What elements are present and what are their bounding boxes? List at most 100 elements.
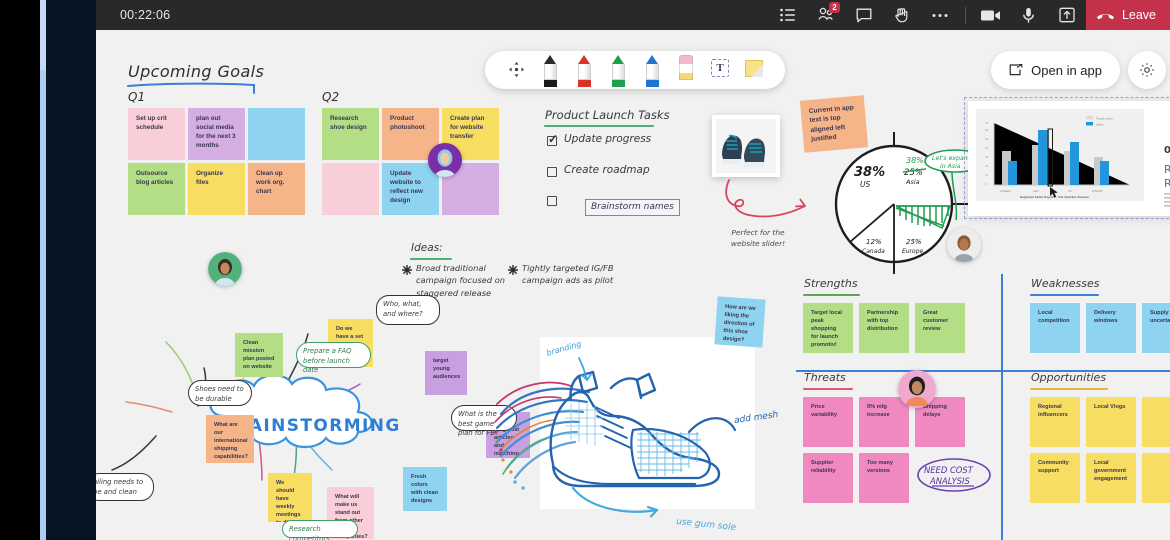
svg-text:70: 70	[985, 121, 989, 125]
note-icon	[745, 60, 763, 77]
swot-horizontal-divider	[796, 370, 1170, 372]
pen-black[interactable]	[533, 51, 567, 89]
list-icon[interactable]	[769, 0, 807, 30]
whiteboard-tool-palette[interactable]: T	[485, 51, 785, 89]
goal-note-q2-3[interactable]	[322, 163, 379, 215]
regional-sales-slide[interactable]: 0 10 20 30 40 50 60 70 CANADA ASIA US EU…	[968, 101, 1170, 216]
svg-text:Regional Sales: Regional Sales	[1164, 163, 1170, 176]
move-icon	[508, 62, 524, 80]
mindmap-note-4[interactable]: We should have weekly meetings to discus…	[268, 473, 312, 522]
need-cost-analysis-callout: NEED COST ANALYSIS	[917, 458, 991, 492]
swot-threat-note-4[interactable]: Too many versions	[859, 453, 909, 503]
svg-text:Europe: Europe	[902, 248, 924, 255]
swot-opportunity-note-5[interactable]	[1142, 453, 1170, 503]
svg-text:02: 02	[1164, 145, 1170, 156]
open-in-app-button[interactable]: Open in app	[991, 51, 1120, 89]
goal-note-q1-0[interactable]: Set up crit schedule	[128, 108, 185, 160]
swot-weaknesses-title: Weaknesses	[1031, 277, 1100, 290]
people-icon[interactable]: 2	[807, 0, 845, 30]
svg-text:ANALYSIS: ANALYSIS	[929, 476, 970, 486]
swot-weakness-note-2[interactable]: Supply uncertain	[1142, 303, 1170, 353]
svg-text:US: US	[860, 180, 870, 189]
swot-opportunity-note-2[interactable]	[1142, 397, 1170, 447]
idea-text-1: Tightly targeted IG/FB campaign ads as p…	[522, 263, 614, 286]
swot-weakness-note-0[interactable]: Local competition	[1030, 303, 1080, 353]
tasks-title-underline	[544, 125, 654, 128]
more-options-icon[interactable]	[921, 0, 959, 30]
swot-opportunities-title: Opportunities	[1031, 371, 1107, 384]
pen-red[interactable]	[567, 51, 601, 89]
avatar-participant-4[interactable]	[898, 370, 936, 408]
avatar-participant-1[interactable]	[428, 143, 462, 177]
share-screen-icon[interactable]	[1048, 0, 1086, 30]
camera-icon[interactable]	[972, 0, 1010, 30]
leave-button-label: Leave	[1121, 8, 1156, 22]
swot-threats-title: Threats	[804, 371, 846, 384]
task-checkbox-0[interactable]	[547, 132, 558, 146]
svg-text:40: 40	[985, 146, 989, 150]
swot-weakness-note-1[interactable]: Delivery windows	[1086, 303, 1136, 353]
swot-threat-note-0[interactable]: Price variability	[803, 397, 853, 447]
sticky-note-tool[interactable]	[737, 51, 771, 89]
mindmap-note-3[interactable]: What are our international shipping capa…	[206, 415, 254, 463]
photo-arrow	[725, 179, 806, 218]
screen-left-black-bar	[0, 0, 40, 540]
idea-bullet-0	[402, 265, 412, 275]
leave-button[interactable]: Leave	[1085, 0, 1170, 30]
brainstorm-names-text-field[interactable]: Brainstorm names	[585, 199, 680, 216]
shoe-direction-note[interactable]: How are we liking the direction of this …	[714, 296, 766, 348]
task-checkbox-1[interactable]	[547, 167, 557, 177]
goal-note-q2-4[interactable]: Update website to reflect new design	[382, 163, 439, 215]
mindmap-bubble-0[interactable]: Who, what, and where?	[376, 295, 440, 325]
microphone-icon[interactable]	[1010, 0, 1048, 30]
mindmap-bubble-2[interactable]: Shoes need to be durable	[188, 380, 252, 406]
ideas-title-underline	[410, 258, 452, 261]
hangup-icon	[1096, 13, 1114, 19]
goal-note-q1-1[interactable]: plan out social media for the next 3 mon…	[188, 108, 245, 160]
swot-opportunity-note-3[interactable]: Community support	[1030, 453, 1080, 503]
eraser-icon	[679, 55, 693, 80]
swot-vertical-divider	[1001, 274, 1003, 540]
svg-text:Target sales: Target sales	[1095, 116, 1113, 120]
goals-title-underline	[127, 82, 255, 94]
mindmap-bubble-1[interactable]: Prepare a FAQ before launch date	[296, 342, 371, 374]
pen-blue[interactable]	[635, 51, 669, 89]
shoe-photo-card[interactable]	[712, 115, 780, 177]
text-tool[interactable]: T	[703, 51, 737, 89]
product-launch-tasks-title: Product Launch Tasks	[545, 108, 670, 122]
goal-note-q1-3[interactable]: Outsource blog articles	[128, 163, 185, 215]
eraser-tool[interactable]	[669, 51, 703, 89]
mindmap-bubble-5[interactable]: Research competitors	[282, 520, 358, 540]
swot-strength-note-2[interactable]: Great customer review	[915, 303, 965, 353]
goal-note-q1-5[interactable]: Clean up work org. chart	[248, 163, 305, 215]
goal-note-q1-4[interactable]: Organize files	[188, 163, 245, 215]
settings-button[interactable]	[1128, 51, 1166, 89]
swot-threat-note-3[interactable]: Supplier reliability	[803, 453, 853, 503]
idea-bullet-1	[508, 265, 518, 275]
chat-icon[interactable]	[845, 0, 883, 30]
whiteboard-canvas[interactable]: T Open in app Upcoming Goals Q1 Q2 Set u…	[96, 30, 1170, 540]
avatar-participant-2[interactable]	[947, 228, 981, 262]
swot-strength-note-0[interactable]: Target local peak shopping for launch pr…	[803, 303, 853, 353]
goal-note-q2-0[interactable]: Research shoe design	[322, 108, 379, 160]
opportunities-underline	[1030, 388, 1108, 391]
teams-left-nav-rail	[46, 0, 96, 540]
swot-opportunity-note-4[interactable]: Local government engagement	[1086, 453, 1136, 503]
raise-hand-icon[interactable]	[883, 0, 921, 30]
mindmap-note-6[interactable]: Fresh colors with clean designs	[403, 467, 447, 511]
svg-text:NEED COST: NEED COST	[924, 465, 974, 475]
swot-opportunity-note-1[interactable]: Local Vlogs	[1086, 397, 1136, 447]
meeting-timer: 00:22:06	[120, 8, 171, 22]
sneakers-photo	[716, 119, 776, 173]
svg-text:20: 20	[985, 164, 989, 168]
swot-strength-note-1[interactable]: Partnership with top distribution	[859, 303, 909, 353]
swot-opportunity-note-0[interactable]: Regional influencers	[1030, 397, 1080, 447]
task-checkbox-2[interactable]	[547, 196, 557, 206]
move-tool[interactable]	[499, 51, 533, 89]
goal-note-q1-2[interactable]	[248, 108, 305, 160]
mindmap-bubble-4[interactable]: ailing needs to be and clean	[96, 473, 154, 501]
swot-strengths-title: Strengths	[804, 277, 858, 290]
mindmap-note-0[interactable]: Clean mission plan posted on website	[235, 333, 283, 377]
swot-threat-note-1[interactable]: 9% mfg increase	[859, 397, 909, 447]
pen-green[interactable]	[601, 51, 635, 89]
